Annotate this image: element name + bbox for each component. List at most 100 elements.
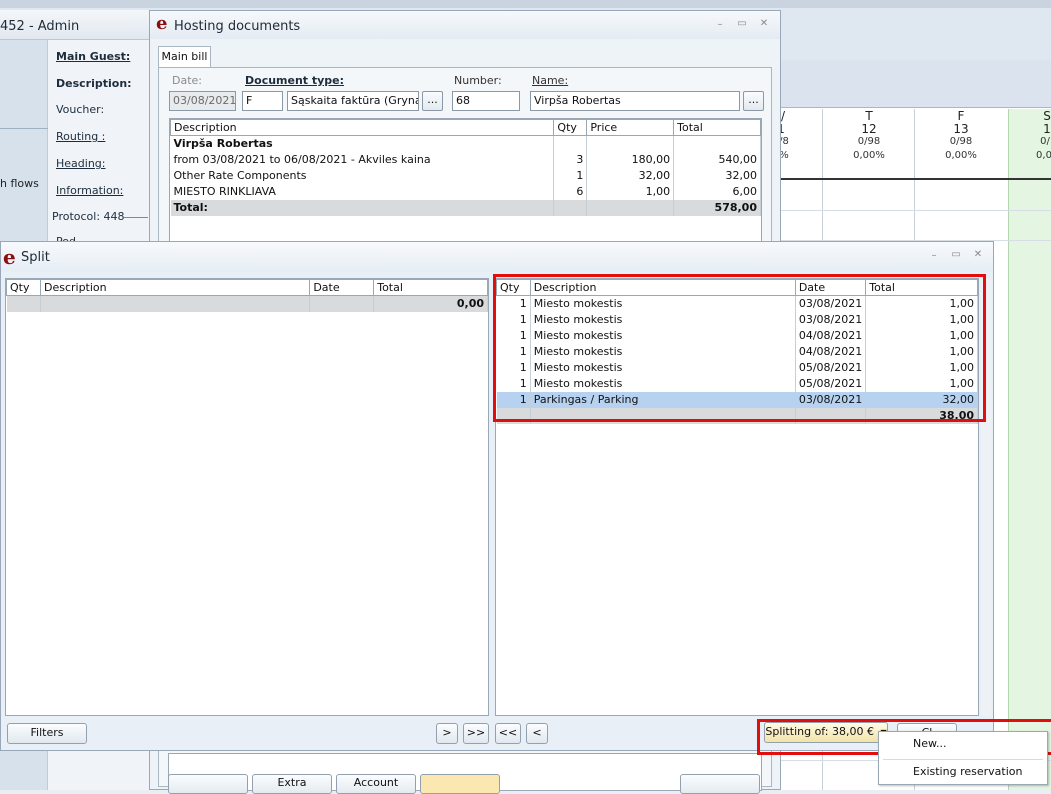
name-browse-button[interactable]: ... — [743, 91, 764, 111]
total-empty-cell — [586, 199, 675, 216]
account-button[interactable]: Account — [336, 774, 416, 794]
cell-total: 32,00 — [673, 167, 761, 184]
table-row[interactable]: MIESTO RINKLIAVA 6 1,00 6,00 — [170, 183, 761, 200]
planner-pct: 0,0 — [1036, 150, 1051, 161]
planner-date: 1 — [1043, 122, 1051, 136]
planner-date: 13 — [953, 122, 969, 136]
hosting-action-button[interactable] — [420, 774, 500, 794]
extra-button[interactable]: Extra — [252, 774, 332, 794]
minimize-icon[interactable]: – — [928, 251, 940, 263]
doc-type-field[interactable]: Sąskaita faktūra (Grynais pinigais) — [287, 91, 419, 111]
splitting-of-label: Splitting of: 38,00 € — [765, 725, 874, 738]
column-header[interactable]: Qty — [6, 279, 41, 296]
cell-total: 1,00 — [865, 295, 978, 312]
cell-qty: 1 — [496, 375, 531, 392]
table-row[interactable]: 1 Miesto mokestis 04/08/2021 1,00 — [496, 327, 978, 344]
hosting-title: Hosting documents — [174, 19, 301, 34]
main-guest-link[interactable]: Main Guest: — [56, 50, 130, 63]
cell-qty: 1 — [496, 311, 531, 328]
cell-price — [586, 135, 675, 152]
move-left-button[interactable]: < — [526, 723, 548, 744]
close-icon[interactable]: ✕ — [758, 19, 770, 31]
column-header[interactable]: Description — [169, 119, 555, 136]
routing-link[interactable]: Routing : — [56, 130, 105, 143]
cell-qty: 1 — [496, 343, 531, 360]
table-row[interactable]: 1 Miesto mokestis 05/08/2021 1,00 — [496, 359, 978, 376]
move-right-button[interactable]: > — [436, 723, 458, 744]
planner-rooms: 0/ — [1040, 136, 1050, 147]
number-label: Number: — [454, 74, 502, 87]
doc-type-browse-button[interactable]: ... — [422, 91, 443, 111]
column-header[interactable]: Qty — [553, 119, 588, 136]
menu-separator — [883, 759, 1043, 760]
total-value: 578,00 — [673, 199, 761, 216]
cell-qty: 6 — [553, 183, 588, 200]
close-icon[interactable]: ✕ — [972, 250, 984, 262]
hosting-right-button[interactable] — [680, 774, 760, 794]
planner-header — [778, 60, 1051, 108]
column-header[interactable]: Description — [39, 279, 311, 296]
column-header[interactable]: Price — [586, 119, 675, 136]
cell-description: MIESTO RINKLIAVA — [170, 183, 555, 200]
cell-qty: 1 — [496, 295, 531, 312]
column-header[interactable]: Qty — [496, 279, 531, 296]
table-row[interactable]: Virpša Robertas — [170, 135, 761, 152]
column-header[interactable]: Date — [794, 279, 867, 296]
column-header[interactable]: Total — [373, 279, 488, 296]
heading-link[interactable]: Heading: — [56, 157, 105, 170]
split-window: e Split – ▭ ✕ Qty Description Date Total… — [0, 241, 994, 751]
column-header[interactable]: Date — [309, 279, 375, 296]
left-bar-separator — [0, 128, 48, 129]
cell-description: Other Rate Components — [170, 167, 555, 184]
split-source-table: Qty Description Date Total 0,00 — [6, 279, 488, 312]
cell-description: Parkingas / Parking — [530, 391, 796, 408]
column-header[interactable]: Description — [529, 279, 796, 296]
doc-code-field[interactable]: F — [242, 91, 283, 111]
split-source-grid: Qty Description Date Total 0,00 — [5, 278, 489, 716]
column-header[interactable]: Total — [865, 279, 978, 296]
table-row[interactable]: 1 Miesto mokestis 03/08/2021 1,00 — [496, 311, 978, 328]
table-row[interactable]: 1 Miesto mokestis 03/08/2021 1,00 — [496, 295, 978, 312]
description-label: Description: — [56, 77, 132, 90]
table-row-selected[interactable]: 1 Parkingas / Parking 03/08/2021 32,00 — [496, 391, 978, 408]
move-all-right-button[interactable]: >> — [463, 723, 489, 744]
cell-description: Miesto mokestis — [530, 311, 796, 328]
cell-total: 1,00 — [865, 359, 978, 376]
menu-item-new[interactable]: New... — [879, 733, 1047, 755]
date-field[interactable]: 03/08/2021 — [169, 91, 236, 111]
column-header[interactable]: Total — [673, 119, 761, 136]
voucher-label: Voucher: — [56, 103, 105, 116]
total-empty-cell — [553, 199, 588, 216]
cell-total: 6,00 — [673, 183, 761, 200]
name-link[interactable]: Name: — [532, 74, 568, 87]
table-row[interactable]: 1 Miesto mokestis 04/08/2021 1,00 — [496, 343, 978, 360]
tab-main-bill[interactable]: Main bill — [158, 46, 211, 67]
maximize-icon[interactable]: ▭ — [950, 250, 962, 262]
total-value: 38,00 — [865, 407, 978, 424]
hosting-button[interactable] — [168, 774, 248, 794]
maximize-icon[interactable]: ▭ — [736, 19, 748, 31]
table-row[interactable]: from 03/08/2021 to 06/08/2021 - Akviles … — [170, 151, 761, 168]
table-header-row: Description Qty Price Total — [169, 119, 761, 136]
filters-button[interactable]: Filters — [7, 723, 87, 744]
cell-price: 1,00 — [586, 183, 675, 200]
planner-pct: 0,00% — [853, 150, 885, 161]
splitting-of-button[interactable]: Splitting of: 38,00 € ▼ — [764, 722, 888, 743]
table-row[interactable]: 1 Miesto mokestis 05/08/2021 1,00 — [496, 375, 978, 392]
document-lines-grid: Description Qty Price Total Virpša Rober… — [169, 118, 762, 253]
planner-day: T — [865, 109, 873, 123]
table-row[interactable]: Other Rate Components 1 32,00 32,00 — [170, 167, 761, 184]
number-field[interactable]: 68 — [452, 91, 520, 111]
cell-price: 32,00 — [586, 167, 675, 184]
cell-description: Miesto mokestis — [530, 343, 796, 360]
planner-day: F — [957, 109, 965, 123]
document-type-link[interactable]: Document type: — [245, 74, 344, 87]
move-all-left-button[interactable]: << — [495, 723, 521, 744]
information-link[interactable]: Information: — [56, 184, 123, 197]
total-empty-cell — [6, 295, 41, 312]
menu-item-existing-reservation[interactable]: Existing reservation — [879, 761, 1047, 783]
total-row: Total: 578,00 — [170, 199, 761, 216]
name-field[interactable]: Virpša Robertas — [530, 91, 740, 111]
vertical-scrollbar[interactable] — [981, 278, 991, 716]
minimize-icon[interactable]: – — [714, 20, 726, 32]
